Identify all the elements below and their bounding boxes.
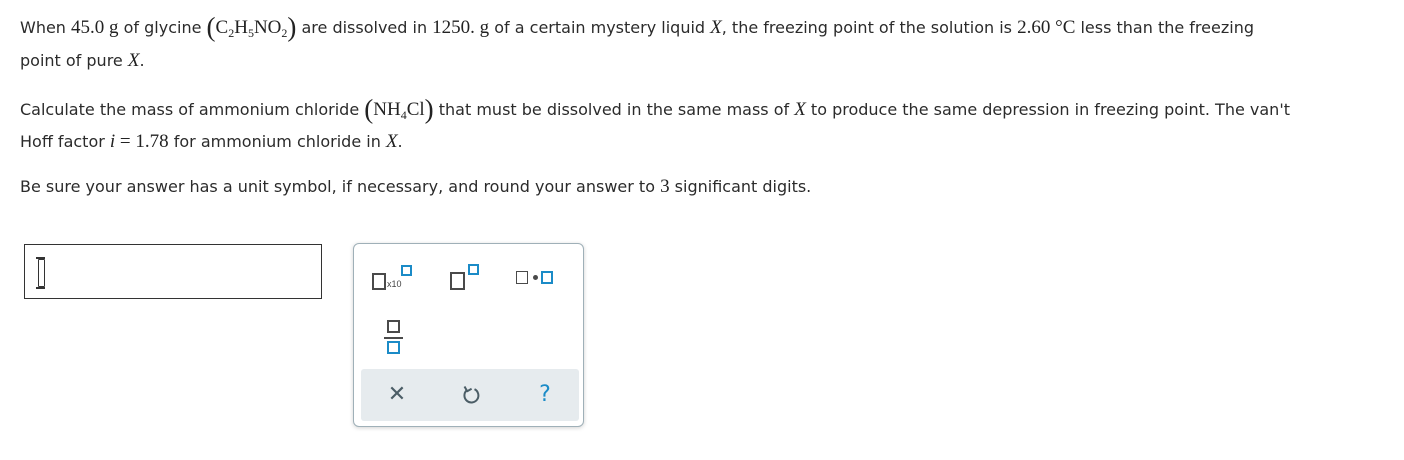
nh4cl-formula: NH4Cl [373,99,425,122]
multiply-dot-icon [516,271,528,284]
problem-line-4: Hoff factor i = 1.78 for ammonium chlori… [20,131,403,152]
help-icon: ? [539,382,551,407]
superscript-button[interactable] [448,262,482,292]
multiply-dot-button[interactable] [514,266,556,290]
glycine-mass: 45.0 g [71,17,119,38]
problem-line-3: Calculate the mass of ammonium chloride … [20,94,1290,124]
math-toolbar: x10 ✕ ? [353,243,584,427]
fraction-icon [387,320,400,333]
close-icon: ✕ [387,382,407,407]
problem-line-2: point of pure X. [20,50,145,71]
solvent-mass: 1250. g [432,17,490,38]
fraction-button[interactable] [382,318,406,356]
text-cursor [36,257,45,289]
answer-input[interactable] [24,244,322,299]
freezing-point-depression: 2.60 °C [1017,17,1076,38]
scientific-notation-icon [372,273,386,290]
instruction-line: Be sure your answer has a unit symbol, i… [20,176,812,197]
problem-line-1: When 45.0 g of glycine (C2H5NO2) are dis… [20,12,1254,42]
glycine-formula: C2H5NO2 [215,17,288,40]
undo-button[interactable] [457,381,485,409]
undo-icon [463,386,480,404]
help-button[interactable]: ? [531,381,559,409]
sig-digits: 3 [660,176,670,197]
superscript-icon [450,272,465,290]
vant-hoff-value: = 1.78 [115,131,169,152]
toolbar-actions: ✕ ? [361,369,579,421]
clear-button[interactable]: ✕ [383,381,411,409]
scientific-notation-button[interactable]: x10 [370,262,416,292]
